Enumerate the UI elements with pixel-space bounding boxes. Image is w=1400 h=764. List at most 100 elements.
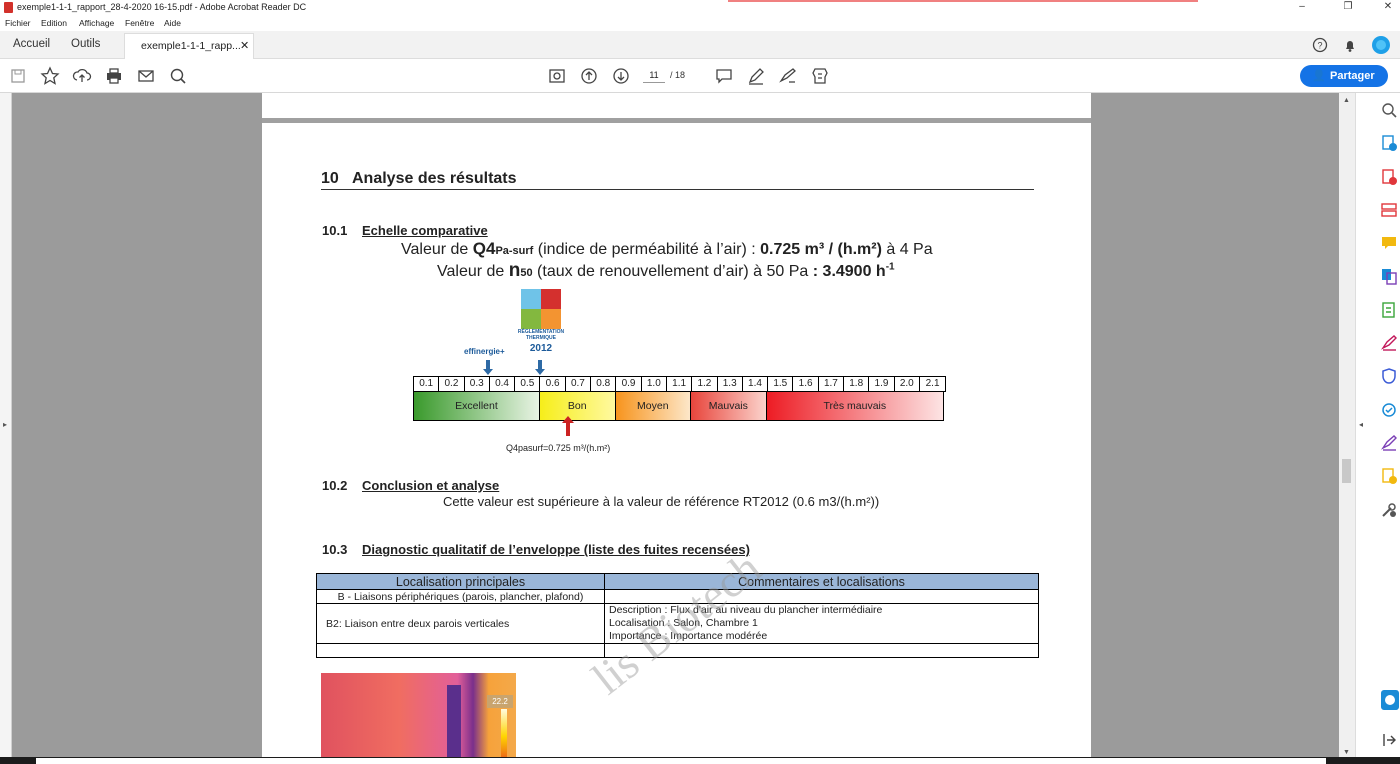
section-10-2-title: Conclusion et analyse (362, 478, 500, 493)
menu-edition[interactable]: Edition (41, 18, 67, 28)
menu-bar: Fichier Edition Affichage Fenêtre Aide (0, 16, 1400, 31)
save-icon[interactable] (8, 66, 28, 86)
page-up-icon[interactable] (579, 66, 599, 86)
email-icon[interactable] (136, 66, 156, 86)
scale-tick: 0.4 (490, 377, 516, 391)
scale-tick: 1.5 (768, 377, 794, 391)
organize-pages-icon[interactable] (1380, 201, 1398, 219)
minimize-button[interactable]: – (1292, 0, 1312, 14)
scale-ticks: 0.1 0.2 0.3 0.4 0.5 0.6 0.7 0.8 0.9 1.0 1.1 1.2 1.3 1… (413, 376, 947, 392)
scale-tick: 0.1 (414, 377, 440, 391)
create-pdf-icon[interactable] (1380, 168, 1398, 186)
section-10-title: Analyse des résultats (352, 170, 517, 187)
collapse-tools-icon[interactable] (1380, 731, 1398, 749)
restore-button[interactable]: ❐ (1338, 0, 1358, 14)
table-header-localisation: Localisation principales (316, 573, 605, 590)
collapse-pane-icon[interactable]: ◂ (1359, 420, 1363, 429)
page-total: / 18 (670, 70, 686, 80)
more-tools-icon[interactable] (1380, 501, 1398, 519)
send-review-icon[interactable] (1380, 401, 1398, 419)
scale-tick: 0.7 (566, 377, 592, 391)
zoom-tool-icon[interactable] (1380, 101, 1398, 119)
scale-tick: 1.4 (743, 377, 769, 391)
effinergie-arrow (483, 360, 493, 375)
thermal-image: 22.2 (321, 673, 516, 764)
pdf-app-icon (4, 2, 13, 13)
vertical-scrollbar[interactable]: ▲ ▼ (1339, 93, 1355, 764)
toolbar: 11 / 18 👤 Partager (0, 59, 1400, 93)
scale-band: Excellent (414, 392, 540, 420)
scale-tick: 0.2 (439, 377, 465, 391)
tab-document[interactable]: exemple1-1-1_rapp... ✕ (124, 33, 254, 59)
q4-position-label: Q4pasurf=0.725 m³/(h.m²) (506, 443, 611, 453)
conclusion-text: Cette valeur est supérieure à la valeur … (443, 494, 880, 509)
scale-tick: 1.9 (869, 377, 895, 391)
comment-icon[interactable] (714, 66, 734, 86)
help-icon[interactable]: ? (1312, 37, 1328, 53)
menu-fichier[interactable]: Fichier (5, 18, 31, 28)
tab-outils[interactable]: Outils (71, 38, 100, 50)
fill-sign-icon[interactable] (810, 66, 830, 86)
share-button[interactable]: 👤 Partager (1300, 65, 1388, 87)
edit-pdf-icon[interactable] (1380, 301, 1398, 319)
section-10-3-title: Diagnostic qualitatif de l’enveloppe (li… (362, 542, 750, 557)
scale-tick: 1.2 (692, 377, 718, 391)
rt2012-arrow (535, 360, 545, 375)
upload-cloud-icon[interactable] (72, 66, 92, 86)
request-signature-icon[interactable] (1380, 434, 1398, 452)
table-header-commentaires: Commentaires et localisations (604, 573, 1039, 590)
menu-aide[interactable]: Aide (164, 18, 181, 28)
highlight-pen-icon[interactable] (746, 66, 766, 86)
q4-position-arrow (562, 416, 574, 436)
tab-close-button[interactable]: ✕ (240, 39, 249, 52)
scale-tick: 1.3 (718, 377, 743, 391)
scale-tick: 1.8 (844, 377, 870, 391)
taskbar-search[interactable] (36, 758, 1326, 764)
page-down-icon[interactable] (611, 66, 631, 86)
section-10-heading: 10 Analyse des résultats (321, 170, 1034, 190)
search-zoom-icon[interactable] (168, 66, 188, 86)
expand-left-icon: ▸ (3, 420, 8, 429)
page-number-input[interactable]: 11 (643, 67, 665, 83)
os-taskbar (0, 757, 1400, 764)
scale-tick: 2.0 (895, 377, 920, 391)
left-panel-toggle[interactable]: ▸ (0, 93, 12, 764)
tab-accueil[interactable]: Accueil (13, 38, 50, 50)
fill-sign-tool-icon[interactable] (1380, 334, 1398, 352)
account-avatar[interactable] (1371, 35, 1391, 55)
share-link-icon[interactable] (1380, 689, 1400, 711)
snapshot-icon[interactable] (547, 66, 567, 86)
accent-strip (728, 0, 1198, 2)
scroll-down-icon[interactable]: ▼ (1343, 749, 1350, 756)
tab-bar: Accueil Outils exemple1-1-1_rapp... ✕ ? (0, 31, 1400, 59)
rt2012-logo: RÉGLEMENTATION THERMIQUE 2012 (517, 289, 565, 357)
scroll-up-icon[interactable]: ▲ (1343, 97, 1350, 104)
scale-tick: 1.6 (793, 377, 819, 391)
sign-icon[interactable] (778, 66, 798, 86)
pdf-page: 10 Analyse des résultats 10.1 Echelle co… (262, 93, 1091, 764)
export-pdf-icon[interactable] (1380, 134, 1398, 152)
section-10-1-title: Echelle comparative (362, 223, 488, 238)
q4-value-line: Valeur de Q4Pa-surf (indice de perméabil… (401, 239, 933, 258)
menu-affichage[interactable]: Affichage (79, 18, 114, 28)
print-icon[interactable] (104, 66, 124, 86)
combine-files-icon[interactable] (1380, 267, 1398, 285)
close-window-button[interactable]: ✕ (1378, 0, 1398, 14)
scroll-thumb[interactable] (1342, 459, 1351, 483)
section-10-number: 10 (321, 170, 339, 187)
section-10-1-number: 10.1 (322, 223, 348, 238)
protect-shield-icon[interactable] (1380, 367, 1398, 385)
scale-bands: Excellent Bon Moyen Mauvais Très mauvais (413, 392, 944, 421)
stamp-icon[interactable] (1380, 467, 1398, 485)
tab-document-label: exemple1-1-1_rapp... (141, 40, 241, 52)
bell-icon[interactable] (1342, 37, 1358, 53)
thermal-color-scale (501, 709, 507, 764)
section-10-3-number: 10.3 (322, 542, 348, 557)
title-bar: exemple1-1-1_rapport_28-4-2020 16-15.pdf… (0, 0, 1400, 16)
bookmark-star-icon[interactable] (40, 66, 60, 86)
menu-fenetre[interactable]: Fenêtre (125, 18, 154, 28)
scale-tick: 0.6 (540, 377, 566, 391)
comment-tool-icon[interactable] (1380, 234, 1398, 252)
page-separator (262, 118, 1091, 123)
scale-tick: 2.1 (925, 378, 940, 389)
